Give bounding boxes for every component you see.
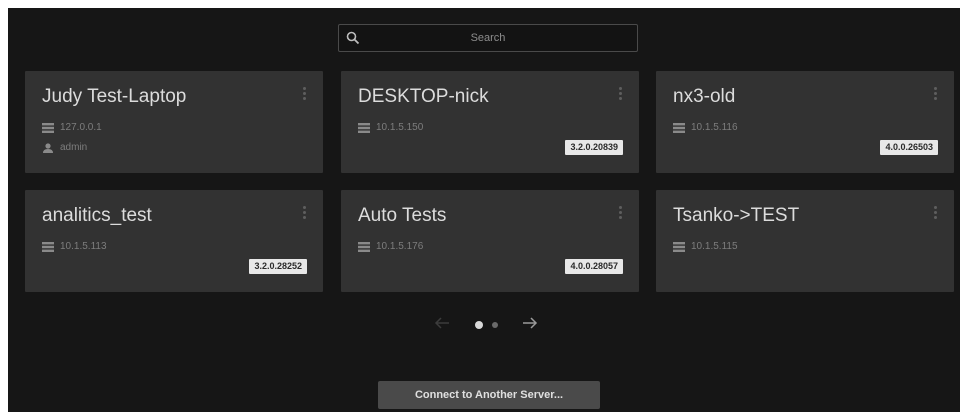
page-dot-active[interactable] (475, 321, 483, 329)
server-name: nx3-old (673, 86, 736, 107)
server-address: 10.1.5.113 (60, 241, 107, 252)
more-vertical-icon[interactable] (619, 206, 623, 222)
server-address-row: 10.1.5.176 (358, 241, 423, 252)
welcome-screen: Search Judy Test-Laptop 127.0.0.1 admin … (8, 8, 960, 412)
server-address-row: 10.1.5.116 (673, 122, 738, 133)
server-icon (42, 241, 54, 252)
version-badge: 3.2.0.28252 (249, 259, 307, 274)
server-tile[interactable]: nx3-old 10.1.5.116 4.0.0.26503 (656, 71, 954, 173)
arrow-left-icon[interactable] (434, 316, 450, 330)
user-icon (43, 142, 53, 153)
server-user-row: admin (42, 142, 87, 153)
more-vertical-icon[interactable] (934, 206, 938, 222)
arrow-right-icon[interactable] (522, 316, 538, 330)
server-tile[interactable]: Auto Tests 10.1.5.176 4.0.0.28057 (341, 190, 639, 292)
version-badge: 4.0.0.26503 (880, 140, 938, 155)
server-icon (673, 122, 685, 133)
server-icon (673, 241, 685, 252)
server-address: 127.0.0.1 (60, 122, 102, 133)
server-tile[interactable]: analitics_test 10.1.5.113 3.2.0.28252 (25, 190, 323, 292)
server-address-row: 127.0.0.1 (42, 122, 102, 133)
server-icon (358, 122, 370, 133)
server-icon (358, 241, 370, 252)
page-dot[interactable] (492, 322, 498, 328)
pagination (428, 314, 548, 334)
connect-to-another-server-button[interactable]: Connect to Another Server... (378, 381, 600, 409)
more-vertical-icon[interactable] (303, 87, 307, 103)
server-address: 10.1.5.176 (376, 241, 424, 252)
server-address: 10.1.5.115 (691, 241, 738, 252)
more-vertical-icon[interactable] (619, 87, 623, 103)
version-badge: 3.2.0.20839 (565, 140, 623, 155)
server-name: Judy Test-Laptop (42, 86, 187, 107)
server-tile[interactable]: DESKTOP-nick 10.1.5.150 3.2.0.20839 (341, 71, 639, 173)
search-placeholder: Search (470, 32, 506, 44)
server-icon (42, 122, 54, 133)
server-address-row: 10.1.5.115 (673, 241, 738, 252)
server-name: Tsanko->TEST (673, 205, 800, 226)
server-address-row: 10.1.5.150 (358, 122, 423, 133)
more-vertical-icon[interactable] (934, 87, 938, 103)
server-name: analitics_test (42, 205, 152, 226)
server-name: DESKTOP-nick (358, 86, 489, 107)
server-address: 10.1.5.150 (376, 122, 424, 133)
server-tile[interactable]: Tsanko->TEST 10.1.5.115 (656, 190, 954, 292)
server-user: admin (60, 142, 88, 153)
server-address-row: 10.1.5.113 (42, 241, 107, 252)
version-badge: 4.0.0.28057 (565, 259, 623, 274)
search-input[interactable]: Search (338, 24, 638, 52)
server-name: Auto Tests (358, 205, 447, 226)
server-address: 10.1.5.116 (691, 122, 738, 133)
more-vertical-icon[interactable] (303, 206, 307, 222)
server-tile[interactable]: Judy Test-Laptop 127.0.0.1 admin (25, 71, 323, 173)
